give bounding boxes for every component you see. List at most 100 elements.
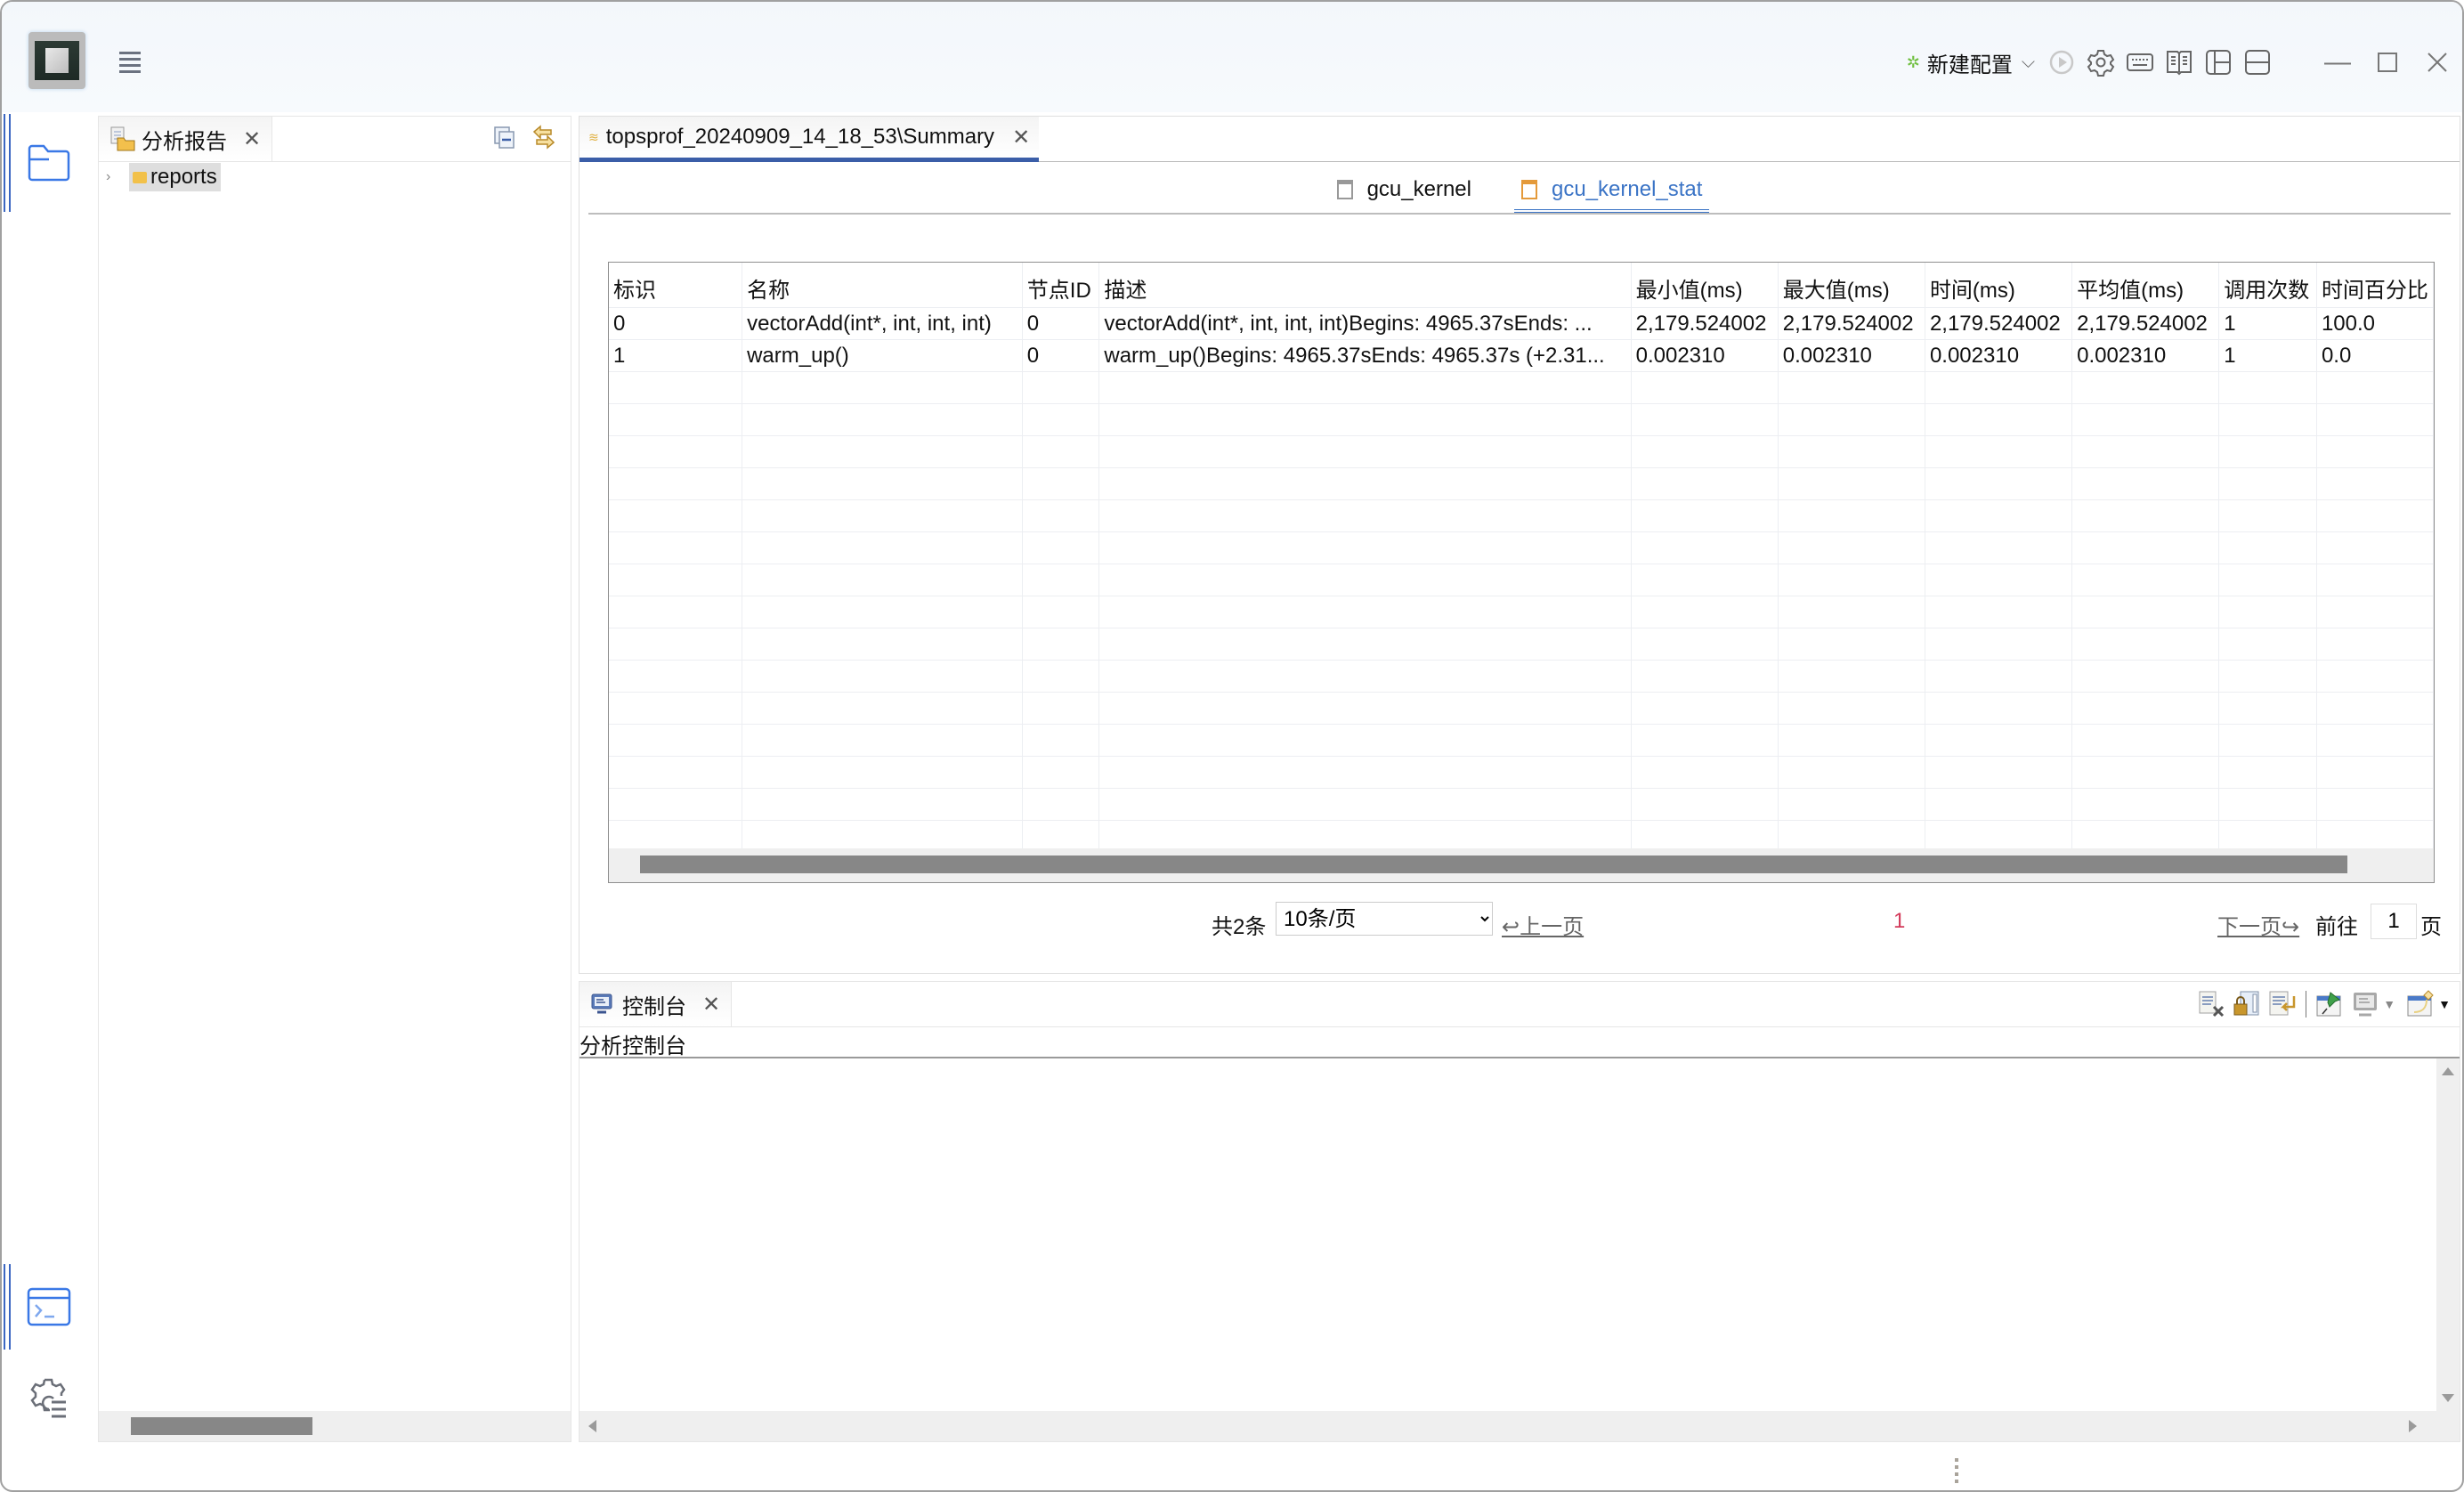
book-icon — [2167, 51, 2192, 76]
table-row[interactable]: 1 warm_up() 0 warm_up()Begins: 4965.37sEnds… — [609, 339, 2434, 372]
tab-reports[interactable]: 分析报告 ✕ — [99, 117, 273, 161]
empty-cell — [742, 788, 1023, 821]
cell-max: 2,179.524002 — [1778, 307, 1925, 340]
view-icon — [1336, 180, 1353, 199]
empty-cell — [1022, 756, 1100, 789]
empty-cell — [742, 403, 1023, 436]
empty-table-row — [609, 724, 2434, 757]
close-tab-icon[interactable]: ✕ — [243, 126, 261, 152]
tab-console[interactable]: 控制台 ✕ — [580, 982, 733, 1026]
activity-terminal[interactable] — [2, 1264, 96, 1350]
reports-panel-hscrollbar[interactable] — [99, 1411, 571, 1441]
docs-button[interactable] — [2164, 47, 2194, 77]
column-header-name[interactable]: 名称 — [742, 263, 1023, 308]
open-console-icon[interactable] — [2405, 989, 2436, 1019]
expand-chevron-icon[interactable]: › — [106, 169, 129, 185]
table-row[interactable]: 0 vectorAdd(int*, int, int, int) 0 vectorAd… — [609, 307, 2434, 340]
empty-cell — [1925, 564, 2073, 596]
prev-page-link[interactable]: ↩上一页 — [1502, 909, 1584, 940]
keyboard-button[interactable] — [2125, 47, 2155, 77]
empty-cell — [609, 724, 743, 757]
title-bar: ✲ 新建配置 ⌵ — — [2, 2, 2462, 112]
scrollbar-thumb[interactable] — [131, 1417, 312, 1435]
empty-cell — [1631, 403, 1779, 436]
settings-button[interactable] — [2086, 47, 2116, 77]
empty-cell — [1925, 756, 2073, 789]
column-header-min[interactable]: 最小值(ms) — [1631, 263, 1779, 308]
column-header-description[interactable]: 描述 — [1098, 263, 1632, 308]
console-vscrollbar[interactable] — [2436, 1058, 2460, 1411]
next-page-link[interactable]: 下一页↪ — [2217, 909, 2299, 940]
tree-item-label[interactable]: reports — [129, 163, 221, 191]
current-page[interactable]: 1 — [1893, 909, 1905, 934]
empty-cell — [609, 660, 743, 693]
console-output[interactable] — [580, 1057, 2460, 1441]
total-count: 共2条 — [1212, 915, 1267, 939]
kernel-stat-table: 标识 名称 节点ID 描述 最小值(ms) 最大值(ms) 时间(ms) 平均值… — [608, 262, 2435, 883]
column-header-id[interactable]: 标识 — [609, 263, 743, 308]
column-header-time[interactable]: 时间(ms) — [1925, 263, 2073, 308]
empty-cell — [1022, 499, 1100, 532]
collapse-all-button[interactable] — [490, 122, 520, 152]
empty-cell — [2071, 499, 2220, 532]
column-header-node-id[interactable]: 节点ID — [1022, 263, 1100, 308]
scrollbar-thumb[interactable] — [640, 855, 2347, 873]
subtab-gcu-kernel-stat[interactable]: gcu_kernel_stat — [1513, 170, 1710, 213]
empty-cell — [1098, 724, 1632, 757]
cell-time: 0.002310 — [1925, 339, 2073, 372]
scroll-left-icon[interactable] — [588, 1420, 596, 1432]
close-tab-icon[interactable]: ✕ — [1012, 125, 1030, 150]
display-console-icon[interactable] — [2350, 989, 2380, 1019]
page-size-select[interactable]: 10条/页 — [1276, 902, 1493, 936]
empty-cell — [2316, 531, 2434, 564]
empty-cell — [2316, 628, 2434, 661]
tab-summary[interactable]: ≋ topsprof_20240909_14_18_53\Summary ✕ — [580, 117, 1040, 162]
resize-handle[interactable] — [1955, 1458, 1958, 1487]
table-hscrollbar[interactable] — [609, 848, 2434, 882]
activity-explorer[interactable] — [2, 114, 96, 212]
scroll-down-icon[interactable] — [2442, 1394, 2454, 1402]
cell-description: vectorAdd(int*, int, int, int)Begins: 49… — [1098, 307, 1632, 340]
dropdown-arrow-icon[interactable]: ▼ — [2438, 997, 2451, 1011]
goto-page-input[interactable] — [2371, 904, 2417, 939]
empty-cell — [1631, 724, 1779, 757]
hamburger-menu-button[interactable] — [119, 48, 141, 75]
maximize-button[interactable] — [2363, 40, 2412, 85]
close-window-button[interactable] — [2412, 40, 2462, 85]
empty-cell — [1925, 660, 2073, 693]
empty-cell — [609, 467, 743, 500]
empty-cell — [1022, 628, 1100, 661]
run-button[interactable] — [2047, 47, 2077, 77]
subtab-gcu-kernel[interactable]: gcu_kernel — [1330, 170, 1479, 209]
pin-console-icon[interactable] — [2314, 989, 2345, 1019]
column-header-calls[interactable]: 调用次数 — [2218, 263, 2317, 308]
column-header-max[interactable]: 最大值(ms) — [1778, 263, 1925, 308]
run-config-dropdown[interactable]: ✲ 新建配置 ⌵ — [1907, 47, 2035, 78]
minimize-button[interactable]: — — [2313, 40, 2363, 85]
column-header-time-percent[interactable]: 时间百分比 — [2316, 263, 2434, 308]
toggle-panel-button[interactable] — [2242, 47, 2273, 77]
scroll-up-icon[interactable] — [2442, 1067, 2454, 1075]
toggle-sidebar-button[interactable] — [2203, 47, 2233, 77]
console-panel: 控制台 ✕ ▼ ▼ 分析控制台 — [579, 981, 2460, 1442]
empty-cell — [1631, 499, 1779, 532]
word-wrap-icon[interactable] — [2267, 989, 2298, 1019]
cell-time-percent: 0.0 — [2316, 339, 2434, 372]
tree-item-reports[interactable]: › reports — [106, 163, 221, 191]
console-hscrollbar[interactable] — [580, 1411, 2460, 1441]
clear-console-icon[interactable] — [2196, 989, 2226, 1019]
app-window: ✲ 新建配置 ⌵ — 分析报告 ✕ › reports ≋ topsprof_2… — [0, 0, 2464, 1492]
activity-settings[interactable] — [2, 1357, 96, 1442]
empty-cell — [1778, 660, 1925, 693]
run-icon — [2049, 50, 2074, 75]
link-editor-button[interactable] — [529, 122, 559, 152]
collapse-all-icon — [494, 126, 515, 149]
editor-area: ≋ topsprof_20240909_14_18_53\Summary ✕ g… — [579, 116, 2460, 974]
dropdown-arrow-icon[interactable]: ▼ — [2383, 997, 2395, 1011]
close-tab-icon[interactable]: ✕ — [702, 992, 720, 1018]
scroll-lock-icon[interactable] — [2232, 989, 2262, 1019]
scroll-right-icon[interactable] — [2409, 1420, 2417, 1432]
column-header-avg[interactable]: 平均值(ms) — [2071, 263, 2220, 308]
empty-cell — [1631, 660, 1779, 693]
terminal-icon — [27, 1287, 71, 1326]
